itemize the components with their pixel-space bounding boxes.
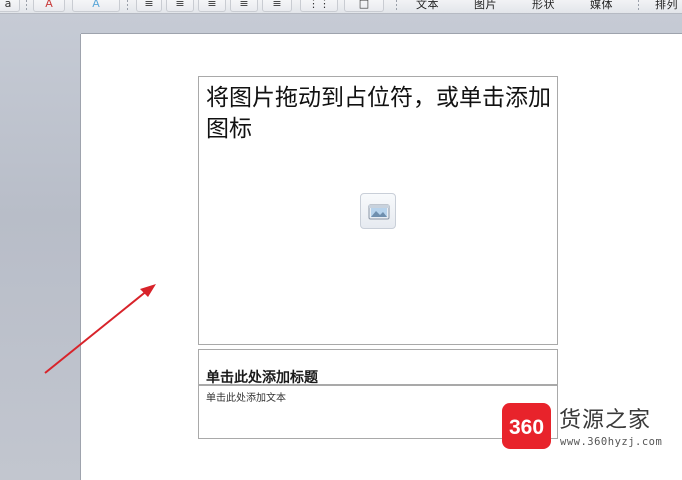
columns-icon: ⋮⋮ (308, 0, 330, 10)
toolbar-separator (26, 0, 27, 12)
text-effects-button[interactable]: A (72, 0, 120, 12)
font-size-label: a (4, 0, 12, 10)
picture-placeholder-prompt: 将图片拖动到占位符，或单击添加图标 (206, 85, 551, 142)
tab-media[interactable]: 媒体 (590, 0, 613, 12)
align-left-icon: ≡ (144, 0, 154, 10)
text-box-icon: □ (358, 0, 370, 10)
red-arrow-icon (44, 284, 156, 374)
align-left-button[interactable]: ≡ (136, 0, 162, 12)
watermark-badge-text: 360 (509, 416, 544, 439)
toolbar-separator (127, 0, 128, 12)
title-placeholder-prompt: 单击此处添加标题 (206, 370, 318, 386)
picture-insert-icon[interactable] (360, 193, 396, 229)
font-color-icon: A (45, 0, 53, 10)
watermark-url: www.360hyzj.com (560, 436, 663, 448)
font-size-button[interactable]: a (0, 0, 20, 12)
justify-icon: ≡ (239, 0, 249, 10)
toolbar-separator (396, 0, 397, 12)
text-effects-icon: A (92, 0, 100, 10)
text-box-button[interactable]: □ (344, 0, 384, 12)
align-center-button[interactable]: ≡ (166, 0, 194, 12)
picture-placeholder[interactable]: 将图片拖动到占位符，或单击添加图标 (198, 76, 558, 345)
font-color-button[interactable]: A (33, 0, 65, 12)
tab-shape[interactable]: 形状 (532, 0, 555, 12)
tab-arrange[interactable]: 排列 (655, 0, 678, 12)
justify-button[interactable]: ≡ (230, 0, 258, 12)
watermark-badge-icon: 360 (502, 403, 551, 449)
watermark-title: 货源之家 (559, 408, 652, 433)
ribbon-toolbar: a A A ≡ ≡ ≡ ≡ ≡ ⋮⋮ □ 文本 图片 形状 媒体 排列 (0, 0, 682, 14)
align-right-button[interactable]: ≡ (198, 0, 226, 12)
distribute-button[interactable]: ≡ (262, 0, 292, 12)
columns-button[interactable]: ⋮⋮ (300, 0, 338, 12)
align-right-icon: ≡ (207, 0, 217, 10)
title-placeholder[interactable]: 单击此处添加标题 (198, 349, 558, 386)
text-placeholder-prompt: 单击此处添加文本 (206, 393, 286, 404)
tab-picture[interactable]: 图片 (474, 0, 497, 12)
align-center-icon: ≡ (175, 0, 185, 10)
distribute-icon: ≡ (272, 0, 282, 10)
toolbar-separator (638, 0, 639, 12)
tab-text[interactable]: 文本 (416, 0, 439, 12)
